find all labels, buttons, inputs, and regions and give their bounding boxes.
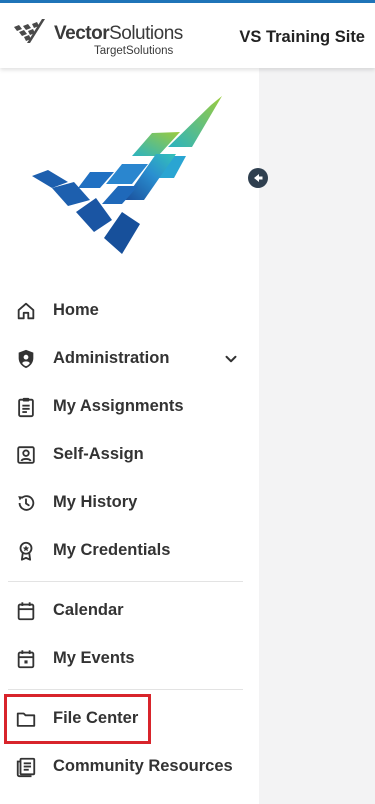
sidebar-item-label: Self-Assign: [53, 445, 144, 463]
sidebar-item-label: My History: [53, 493, 138, 511]
top-header: VectorSolutions TargetSolutions VS Train…: [0, 0, 375, 68]
sidebar-divider: [8, 581, 243, 582]
folder-icon: [16, 712, 36, 727]
sidebar-item-label: Community Resources: [53, 757, 233, 775]
sidebar-divider: [8, 689, 243, 690]
sidebar-item-file-center[interactable]: File Center: [0, 697, 259, 741]
event-icon: [17, 650, 35, 669]
calendar-icon: [17, 602, 35, 621]
sidebar: Home Administration My Assignments Self-…: [0, 68, 259, 804]
newspaper-icon: [16, 757, 36, 778]
sidebar-item-home[interactable]: Home: [0, 289, 259, 333]
sidebar-item-label: My Events: [53, 649, 135, 667]
vector-mark-icon: [14, 19, 45, 43]
sidebar-item-administration[interactable]: Administration: [0, 337, 259, 381]
sidebar-item-calendar[interactable]: Calendar: [0, 589, 259, 633]
sidebar-item-my-assignments[interactable]: My Assignments: [0, 385, 259, 429]
vector-solutions-logo[interactable]: VectorSolutions TargetSolutions: [14, 13, 184, 61]
sidebar-item-my-events[interactable]: My Events: [0, 637, 259, 681]
brand-name: VectorSolutions: [54, 23, 183, 44]
sidebar-item-label: My Credentials: [53, 541, 171, 559]
sidebar-item-label: File Center: [53, 709, 139, 727]
main-content: [259, 68, 375, 804]
site-title: VS Training Site: [239, 28, 365, 46]
brand-subtitle: TargetSolutions: [94, 45, 174, 57]
organization-logo-icon: [32, 96, 222, 254]
clipboard-icon: [18, 397, 34, 418]
sidebar-item-label: Home: [53, 301, 99, 319]
arrow-left-icon: [254, 174, 263, 182]
sidebar-item-my-credentials[interactable]: My Credentials: [0, 529, 259, 573]
sidebar-item-community-resources[interactable]: Community Resources: [0, 745, 259, 789]
shield-icon: [18, 349, 34, 369]
sidebar-collapse-button[interactable]: [248, 168, 268, 188]
id-badge-icon: [17, 446, 35, 464]
chevron-down-icon[interactable]: [222, 350, 240, 368]
home-icon: [17, 302, 35, 320]
award-icon: [19, 541, 33, 561]
sidebar-item-my-history[interactable]: My History: [0, 481, 259, 525]
history-icon: [18, 495, 35, 511]
sidebar-item-label: Calendar: [53, 601, 124, 619]
sidebar-item-label: Administration: [53, 349, 170, 367]
sidebar-item-self-assign[interactable]: Self-Assign: [0, 433, 259, 477]
sidebar-item-label: My Assignments: [53, 397, 184, 415]
